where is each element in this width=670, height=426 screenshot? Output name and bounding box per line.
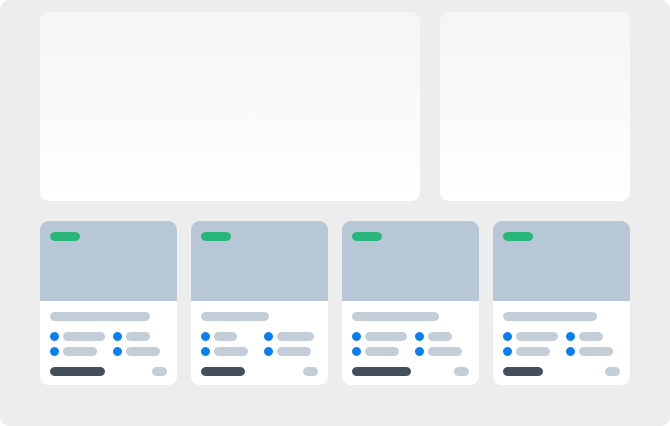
feature-placeholder — [428, 332, 452, 341]
feature-dot-icon — [415, 347, 424, 356]
feature-placeholder — [516, 347, 550, 356]
feature-placeholder — [63, 332, 105, 341]
listing-card[interactable] — [342, 221, 479, 385]
feature-dot-icon — [50, 347, 59, 356]
price-placeholder — [352, 367, 411, 376]
title-placeholder — [50, 312, 150, 321]
side-panel-placeholder — [440, 12, 630, 201]
action-chip[interactable] — [152, 367, 167, 376]
listing-card[interactable] — [40, 221, 177, 385]
feature-dot-icon — [503, 332, 512, 341]
feature-dot-icon — [113, 332, 122, 341]
price-placeholder — [50, 367, 105, 376]
feature-placeholder — [579, 332, 603, 341]
feature-placeholder — [63, 347, 97, 356]
listing-card[interactable] — [191, 221, 328, 385]
feature-dot-icon — [201, 332, 210, 341]
status-badge — [201, 232, 231, 241]
app-frame — [0, 0, 670, 426]
feature-placeholder — [277, 332, 314, 341]
feature-placeholder — [214, 347, 248, 356]
title-placeholder — [503, 312, 597, 321]
status-badge — [352, 232, 382, 241]
feature-dot-icon — [113, 347, 122, 356]
feature-dot-icon — [352, 347, 361, 356]
feature-placeholder — [126, 347, 160, 356]
price-placeholder — [201, 367, 245, 376]
feature-dot-icon — [264, 332, 273, 341]
feature-placeholder — [365, 332, 407, 341]
feature-dot-icon — [503, 347, 512, 356]
feature-placeholder — [365, 347, 399, 356]
feature-dot-icon — [264, 347, 273, 356]
title-placeholder — [352, 312, 439, 321]
hero-panel-placeholder — [40, 12, 420, 201]
listing-card[interactable] — [493, 221, 630, 385]
feature-dot-icon — [50, 332, 59, 341]
action-chip[interactable] — [605, 367, 620, 376]
title-placeholder — [201, 312, 269, 321]
feature-placeholder — [428, 347, 462, 356]
feature-placeholder — [126, 332, 150, 341]
feature-placeholder — [516, 332, 558, 341]
action-chip[interactable] — [454, 367, 469, 376]
feature-placeholder — [214, 332, 237, 341]
feature-placeholder — [277, 347, 311, 356]
feature-dot-icon — [352, 332, 361, 341]
status-badge — [50, 232, 80, 241]
feature-dot-icon — [566, 347, 575, 356]
feature-dot-icon — [201, 347, 210, 356]
feature-dot-icon — [415, 332, 424, 341]
price-placeholder — [503, 367, 543, 376]
feature-dot-icon — [566, 332, 575, 341]
feature-placeholder — [579, 347, 613, 356]
action-chip[interactable] — [303, 367, 318, 376]
status-badge — [503, 232, 533, 241]
